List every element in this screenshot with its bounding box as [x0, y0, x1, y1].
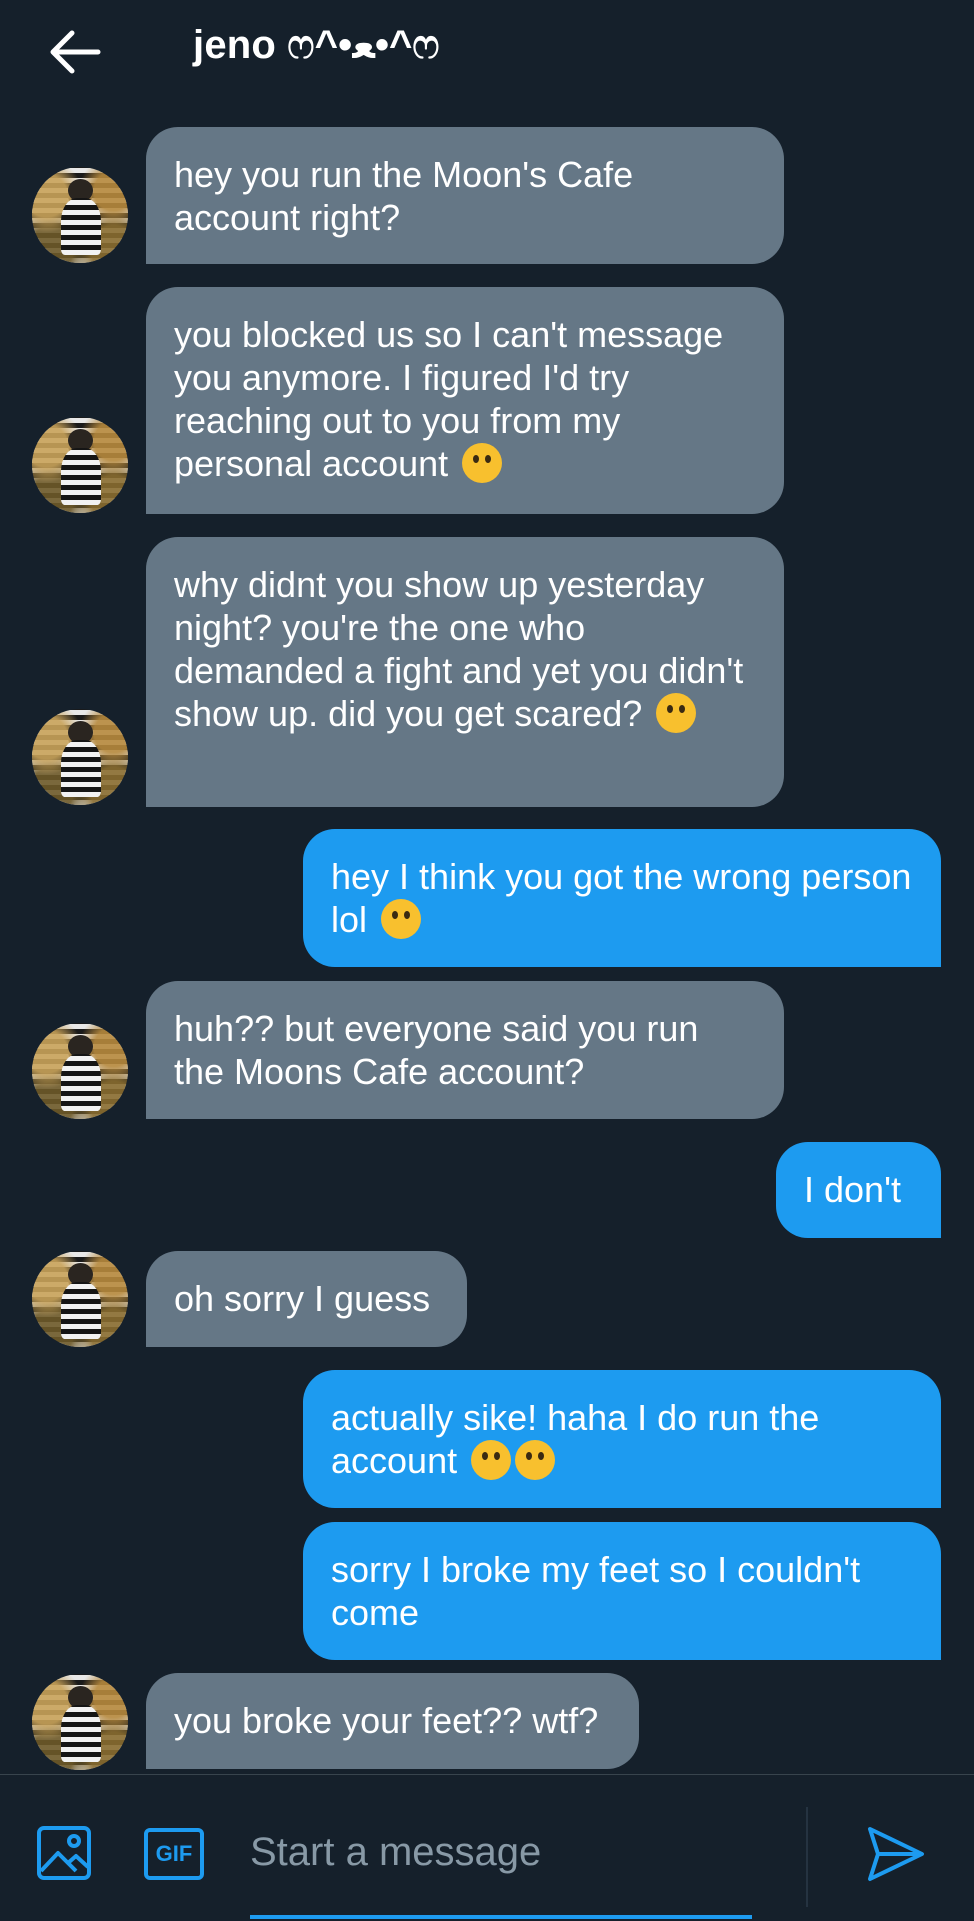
- upside-down-face-icon: [462, 443, 503, 483]
- avatar[interactable]: [32, 709, 128, 805]
- top-bar: jeno ෆ^•ﻌ•^ෆ: [0, 0, 974, 100]
- message-bubble-received[interactable]: you broke your feet?? wtf?: [146, 1673, 639, 1769]
- message-bubble-sent[interactable]: I don't: [776, 1142, 941, 1238]
- message-text: sorry I broke my feet so I couldn't come: [331, 1549, 861, 1633]
- raised-eyebrow-face-icon: [656, 693, 697, 733]
- message-text: huh?? but everyone said you run the Moon…: [174, 1008, 699, 1092]
- add-media-button[interactable]: [36, 1825, 92, 1881]
- message-text: hey you run the Moon's Cafe account righ…: [174, 154, 634, 238]
- grinning-sweat-face-icon: [381, 899, 422, 939]
- message-bubble-sent[interactable]: hey I think you got the wrong person lol: [303, 829, 941, 967]
- message-text: you broke your feet?? wtf?: [174, 1700, 599, 1741]
- avatar[interactable]: [32, 1674, 128, 1770]
- message-input[interactable]: Start a message: [250, 1811, 750, 1893]
- gif-icon: GIF: [155, 1841, 193, 1866]
- zany-face-icon: [471, 1440, 512, 1480]
- arrow-left-icon: [50, 30, 101, 74]
- message-bubble-sent[interactable]: actually sike! haha I do run the account: [303, 1370, 941, 1508]
- message-bubble-received[interactable]: oh sorry I guess: [146, 1251, 467, 1347]
- avatar[interactable]: [32, 417, 128, 513]
- message-bubble-received[interactable]: hey you run the Moon's Cafe account righ…: [146, 127, 784, 264]
- input-underline: [250, 1915, 752, 1919]
- conversation-title[interactable]: jeno ෆ^•ﻌ•^ෆ: [193, 22, 440, 68]
- message-bubble-received[interactable]: huh?? but everyone said you run the Moon…: [146, 981, 784, 1119]
- back-button[interactable]: [46, 26, 102, 78]
- message-text: I don't: [804, 1169, 901, 1210]
- divider: [806, 1807, 808, 1907]
- avatar[interactable]: [32, 1023, 128, 1119]
- image-icon: [37, 1826, 91, 1880]
- avatar[interactable]: [32, 167, 128, 263]
- zany-face-icon: [515, 1440, 556, 1480]
- message-bubble-received[interactable]: you blocked us so I can't message you an…: [146, 287, 784, 514]
- send-icon: [868, 1827, 924, 1881]
- message-bubble-sent[interactable]: sorry I broke my feet so I couldn't come: [303, 1522, 941, 1660]
- composer-bar: GIF Start a message: [0, 1774, 974, 1921]
- message-text: you blocked us so I can't message you an…: [174, 314, 724, 484]
- message-text: oh sorry I guess: [174, 1278, 431, 1319]
- message-input-placeholder: Start a message: [250, 1829, 542, 1874]
- message-text: actually sike! haha I do run the account: [331, 1397, 820, 1481]
- gif-button[interactable]: GIF: [144, 1828, 204, 1880]
- avatar[interactable]: [32, 1251, 128, 1347]
- message-bubble-received[interactable]: why didnt you show up yesterday night? y…: [146, 537, 784, 807]
- send-button[interactable]: [866, 1825, 926, 1883]
